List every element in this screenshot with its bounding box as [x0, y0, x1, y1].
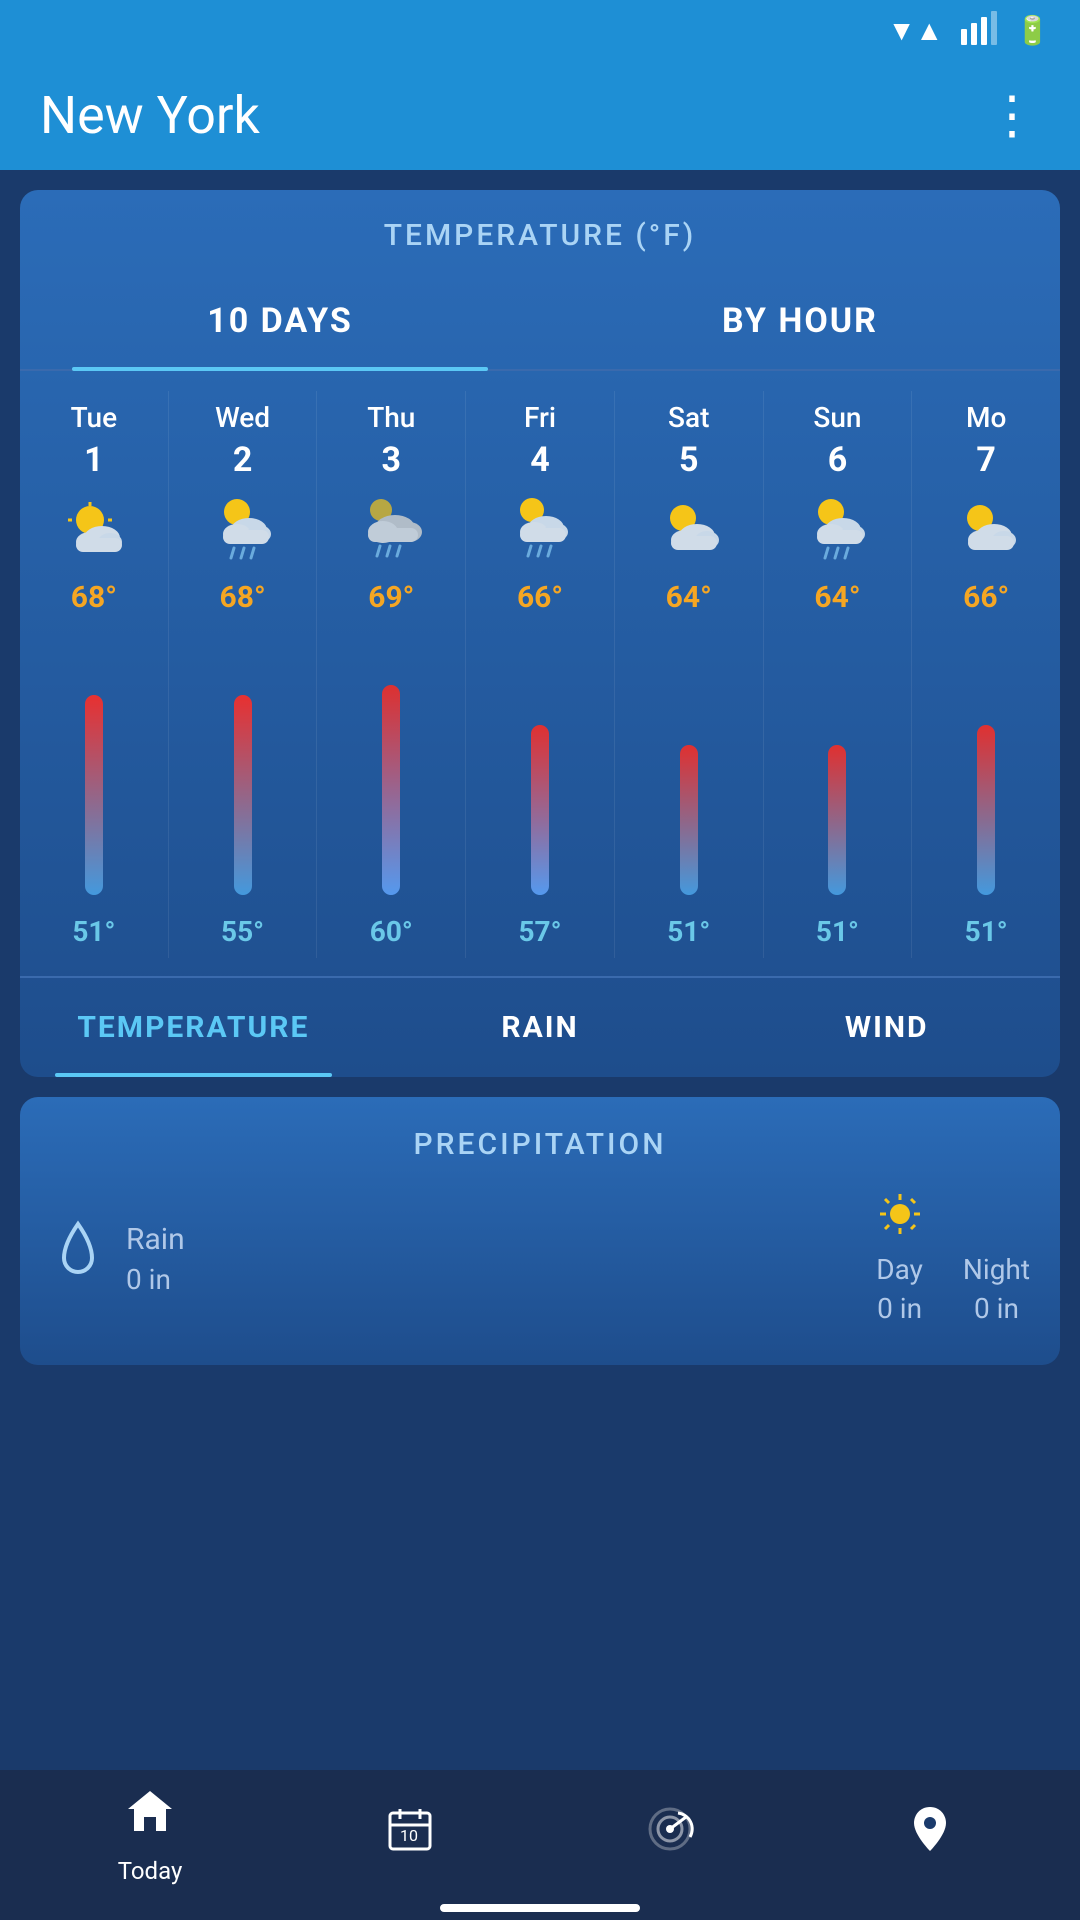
gesture-bar [440, 1904, 640, 1912]
low-temp-sun: 51° [816, 915, 859, 948]
day-name-wed: Wed [215, 401, 270, 434]
day-name-mon: Mo [966, 401, 1006, 434]
high-temp-thu: 69° [368, 580, 414, 615]
wifi-icon: ▼▲ [888, 14, 943, 47]
precip-row: Rain 0 in [50, 1192, 1030, 1325]
weather-icon-tue [60, 494, 128, 562]
precip-night-item: Night 0 in [963, 1192, 1030, 1325]
low-temp-thu: 60° [370, 915, 413, 948]
day-name-sun: Sun [813, 401, 861, 434]
precip-day-item: Day 0 in [876, 1192, 923, 1325]
night-amount: 0 in [974, 1292, 1019, 1325]
precipitation-card: PRECIPITATION Rain 0 in [20, 1097, 1060, 1365]
high-temp-fri: 66° [517, 580, 563, 615]
night-label: Night [963, 1253, 1030, 1286]
low-temp-sat: 51° [667, 915, 710, 948]
thermo-thu [321, 625, 461, 905]
day-col-tue[interactable]: Tue 1 [20, 391, 169, 958]
sun-day-icon [878, 1192, 922, 1247]
home-icon [124, 1785, 176, 1849]
tab-10days[interactable]: 10 DAYS [20, 273, 540, 369]
more-menu-button[interactable]: ⋮ [986, 85, 1040, 146]
weather-icon-fri [506, 494, 574, 562]
svg-text:10: 10 [400, 1826, 418, 1845]
weather-icon-thu [357, 494, 425, 562]
thermo-sat [619, 625, 759, 905]
day-num-sat: 5 [679, 440, 699, 480]
weather-icon-sat [655, 494, 723, 562]
main-content: TEMPERATURE (°F) 10 DAYS BY HOUR Tue 1 [0, 170, 1080, 1385]
nav-calendar[interactable]: 10 [280, 1803, 540, 1867]
thermo-fri [470, 625, 610, 905]
radar-icon [644, 1803, 696, 1867]
high-temp-sun: 64° [814, 580, 860, 615]
day-num-wed: 2 [233, 440, 253, 480]
calendar-icon: 10 [384, 1803, 436, 1867]
moon-night-icon [974, 1192, 1018, 1247]
forecast-section-title: TEMPERATURE (°F) [20, 190, 1060, 273]
metric-tab-rain[interactable]: RAIN [367, 978, 714, 1077]
low-temp-mon: 51° [965, 915, 1008, 948]
day-col-wed[interactable]: Wed 2 68° [169, 391, 318, 958]
precip-type: Rain [126, 1222, 856, 1257]
weather-icon-wed [209, 494, 277, 562]
status-bar: ▼▲ 🔋 [0, 0, 1080, 60]
tab-byhour[interactable]: BY HOUR [540, 273, 1060, 369]
high-temp-tue: 68° [71, 580, 117, 615]
day-name-sat: Sat [668, 401, 709, 434]
app-title: New York [40, 85, 260, 146]
thermo-tue [24, 625, 164, 905]
thermo-sun [768, 625, 908, 905]
day-name-fri: Fri [524, 401, 556, 434]
location-icon [904, 1803, 956, 1867]
nav-today[interactable]: Today [20, 1785, 280, 1885]
days-container: Tue 1 [20, 371, 1060, 968]
weather-icon-mon [952, 494, 1020, 562]
precip-amount: 0 in [126, 1263, 856, 1296]
weather-icon-sun [803, 494, 871, 562]
day-amount: 0 in [877, 1292, 922, 1325]
forecast-card: TEMPERATURE (°F) 10 DAYS BY HOUR Tue 1 [20, 190, 1060, 1077]
day-num-thu: 3 [382, 440, 402, 480]
rain-drop-icon [50, 1216, 106, 1302]
metric-tabs: TEMPERATURE RAIN WIND [20, 976, 1060, 1077]
forecast-view-tabs: 10 DAYS BY HOUR [20, 273, 1060, 371]
day-num-tue: 1 [84, 440, 104, 480]
day-num-mon: 7 [976, 440, 996, 480]
low-temp-fri: 57° [518, 915, 561, 948]
day-col-sat[interactable]: Sat 5 64° 51° [615, 391, 764, 958]
day-num-fri: 4 [530, 440, 550, 480]
metric-tab-temperature[interactable]: TEMPERATURE [20, 978, 367, 1077]
nav-today-label: Today [118, 1857, 183, 1885]
low-temp-wed: 55° [221, 915, 264, 948]
nav-location[interactable] [800, 1803, 1060, 1867]
precip-section-title: PRECIPITATION [50, 1127, 1030, 1162]
day-name-thu: Thu [367, 401, 415, 434]
bottom-nav: Today 10 [0, 1770, 1080, 1920]
day-col-thu[interactable]: Thu 3 69° [317, 391, 466, 958]
precip-type-col: Rain 0 in [126, 1222, 856, 1296]
high-temp-mon: 66° [963, 580, 1009, 615]
thermo-wed [173, 625, 313, 905]
app-bar: New York ⋮ [0, 60, 1080, 170]
day-col-fri[interactable]: Fri 4 66° [466, 391, 615, 958]
precip-day-night: Day 0 in Night 0 in [876, 1192, 1030, 1325]
thermo-mon [916, 625, 1056, 905]
day-num-sun: 6 [828, 440, 848, 480]
day-col-mon[interactable]: Mo 7 66° 51° [912, 391, 1060, 958]
day-label: Day [876, 1253, 923, 1286]
day-col-sun[interactable]: Sun 6 64° [764, 391, 913, 958]
day-name-tue: Tue [71, 401, 118, 434]
nav-radar[interactable] [540, 1803, 800, 1867]
low-temp-tue: 51° [72, 915, 115, 948]
metric-tab-wind[interactable]: WIND [713, 978, 1060, 1077]
battery-icon: 🔋 [1015, 14, 1050, 47]
high-temp-sat: 64° [666, 580, 712, 615]
signal-icon [961, 9, 997, 52]
high-temp-wed: 68° [220, 580, 266, 615]
